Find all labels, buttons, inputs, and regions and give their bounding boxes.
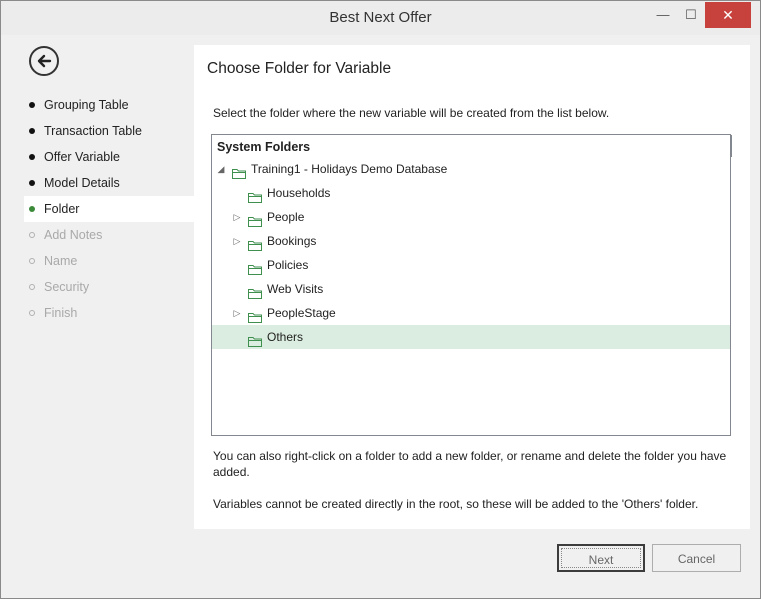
folder-icon	[248, 235, 262, 251]
collapse-arrow-icon[interactable]: ◢	[216, 157, 226, 181]
folder-panel: Choose Folder for Variable Select the fo…	[194, 45, 750, 529]
wizard-step-name: Name	[24, 248, 194, 274]
tree-node-bookings[interactable]: ▷ Bookings	[212, 229, 730, 253]
wizard-step-security: Security	[24, 274, 194, 300]
tree-header-divider	[731, 135, 732, 157]
tree-node-label: Others	[267, 330, 304, 344]
wizard-step-label: Transaction Table	[44, 124, 142, 138]
tree-node-label: PeopleStage	[267, 306, 336, 320]
tree-node-peoplestage[interactable]: ▷ PeopleStage	[212, 301, 730, 325]
folder-icon	[232, 163, 246, 179]
folder-icon	[248, 307, 262, 323]
arrow-left-icon	[37, 54, 52, 68]
step-bullet-icon	[29, 102, 35, 108]
maximize-button[interactable]: ☐	[677, 2, 705, 28]
instruction-text: Select the folder where the new variable…	[213, 106, 610, 120]
minimize-button[interactable]: —	[649, 2, 677, 28]
step-bullet-icon	[29, 310, 35, 316]
folder-icon	[248, 331, 262, 347]
close-button[interactable]: ✕	[705, 2, 751, 28]
wizard-step-finish: Finish	[24, 300, 194, 326]
tree-node-root[interactable]: ◢ Training1 - Holidays Demo Database	[212, 157, 730, 181]
tree-node-people[interactable]: ▷ People	[212, 205, 730, 229]
expand-arrow-icon[interactable]: ▷	[232, 301, 242, 325]
wizard-step-grouping-table[interactable]: Grouping Table	[24, 92, 194, 118]
wizard-step-label: Offer Variable	[44, 150, 120, 164]
tree-node-others[interactable]: Others	[212, 325, 730, 349]
wizard-step-offer-variable[interactable]: Offer Variable	[24, 144, 194, 170]
tree-header: System Folders	[217, 140, 311, 154]
tree-node-label: Households	[267, 186, 331, 200]
tree-node-label: Bookings	[267, 234, 317, 248]
step-bullet-icon	[29, 284, 35, 290]
folder-tree[interactable]: System Folders ◢ Training1 - Holidays Dem…	[211, 134, 732, 436]
wizard-step-label: Security	[44, 280, 90, 294]
wizard-step-folder[interactable]: Folder	[24, 196, 194, 222]
folder-icon	[248, 283, 262, 299]
step-bullet-icon	[29, 258, 35, 264]
tree-node-households[interactable]: Households	[212, 181, 730, 205]
wizard-step-label: Name	[44, 254, 78, 268]
tree-node-label: Training1 - Holidays Demo Database	[251, 162, 448, 176]
wizard-step-label: Folder	[44, 202, 80, 216]
wizard-step-label: Finish	[44, 306, 78, 320]
rename-hint-text: You can also right-click on a folder to …	[213, 449, 727, 479]
tree-node-label: Policies	[267, 258, 309, 272]
folder-icon	[248, 211, 262, 227]
step-bullet-icon	[29, 128, 35, 134]
step-bullet-icon	[29, 154, 35, 160]
root-hint-text: Variables cannot be created directly in …	[213, 497, 699, 511]
tree-node-label: Web Visits	[267, 282, 324, 296]
wizard-steps: Grouping Table Transaction Table Offer Var…	[24, 92, 194, 326]
expand-arrow-icon[interactable]: ▷	[232, 205, 242, 229]
wizard-step-label: Model Details	[44, 176, 120, 190]
wizard-step-add-notes: Add Notes	[24, 222, 194, 248]
wizard-step-label: Add Notes	[44, 228, 103, 242]
wizard-step-model-details[interactable]: Model Details	[24, 170, 194, 196]
step-bullet-icon	[29, 232, 35, 238]
folder-icon	[248, 259, 262, 275]
window-title: Best Next Offer	[329, 9, 432, 26]
next-button[interactable]: Next	[557, 544, 645, 572]
step-bullet-icon	[29, 180, 35, 186]
folder-icon	[248, 187, 262, 203]
page-title: Choose Folder for Variable	[207, 60, 392, 77]
title-bar[interactable]: Best Next Offer — ☐ ✕	[1, 1, 760, 35]
wizard-step-transaction-table[interactable]: Transaction Table	[24, 118, 194, 144]
cancel-button[interactable]: Cancel	[652, 544, 741, 572]
tree-node-label: People	[267, 210, 305, 224]
tree-node-web-visits[interactable]: Web Visits	[212, 277, 730, 301]
wizard-step-label: Grouping Table	[44, 98, 129, 112]
step-bullet-icon	[29, 206, 35, 212]
back-button[interactable]	[29, 46, 59, 76]
tree-node-policies[interactable]: Policies	[212, 253, 730, 277]
expand-arrow-icon[interactable]: ▷	[232, 229, 242, 253]
wizard-window: Best Next Offer — ☐ ✕ Grouping Table Tran…	[0, 0, 761, 599]
